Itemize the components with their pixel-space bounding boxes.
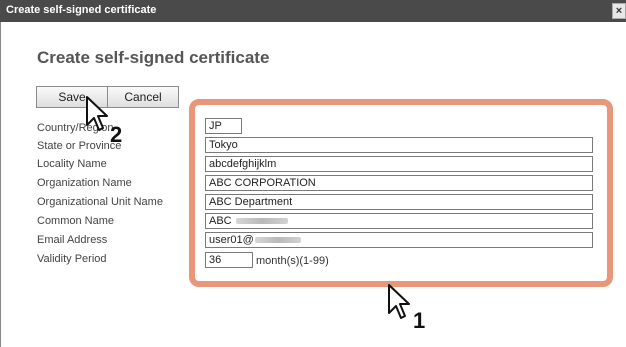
common-name-label: Common Name <box>37 215 115 227</box>
page-title: Create self-signed certificate <box>37 48 270 67</box>
step-number-2: 2 <box>110 122 123 147</box>
window-border <box>0 22 1 347</box>
cancel-button[interactable]: Cancel <box>107 86 179 108</box>
organization-label: Organization Name <box>37 177 132 189</box>
pointer-cursor-icon <box>388 284 410 319</box>
highlight-box <box>189 99 613 287</box>
step-number-1: 1 <box>413 308 426 333</box>
window-title: Create self-signed certificate <box>6 4 157 16</box>
close-button[interactable]: × <box>612 3 626 19</box>
org-unit-label: Organizational Unit Name <box>37 196 163 208</box>
pointer-cursor-icon <box>86 96 108 131</box>
validity-label: Validity Period <box>37 253 107 265</box>
email-label: Email Address <box>37 234 108 246</box>
state-label: State or Province <box>37 140 122 152</box>
title-bar: Create self-signed certificate × <box>0 0 626 22</box>
locality-label: Locality Name <box>37 158 107 170</box>
